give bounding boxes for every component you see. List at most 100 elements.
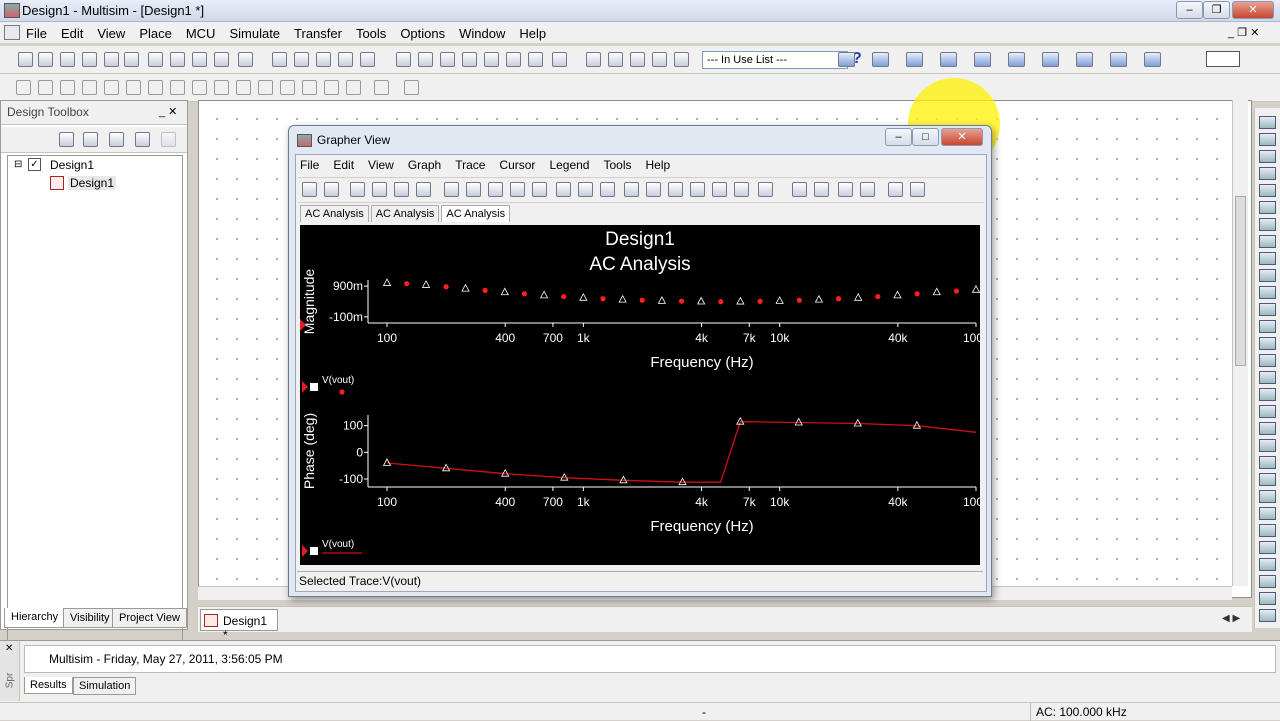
toolbar-button-icon[interactable] [552,52,567,67]
component-icon[interactable] [302,80,317,95]
menu-file[interactable]: File [26,26,47,41]
graph-toolbar-icon[interactable] [974,52,991,67]
collapse-icon[interactable]: ⊟ [14,159,22,170]
component-icon[interactable] [60,80,75,95]
menu-transfer[interactable]: Transfer [294,26,342,41]
grapher-minimize-button[interactable]: – [885,128,912,146]
grapher-tool-icon[interactable] [860,182,875,197]
close-icon[interactable]: ✕ [5,643,13,654]
toolbar-button-icon[interactable] [170,52,185,67]
instrument-icon[interactable] [1259,609,1276,622]
legend-checkbox[interactable] [310,383,318,391]
instrument-icon[interactable] [1259,218,1276,231]
toolbar-button-icon[interactable] [462,52,477,67]
instrument-icon[interactable] [1259,507,1276,520]
component-icon[interactable] [258,80,273,95]
graph-toolbar-icon[interactable] [1008,52,1025,67]
instrument-icon[interactable] [1259,184,1276,197]
menu-place[interactable]: Place [139,26,172,41]
grapher-menu-tools[interactable]: Tools [603,158,631,172]
toolbar-button-icon[interactable] [316,52,331,67]
instrument-icon[interactable] [1259,303,1276,316]
instrument-icon[interactable] [1259,575,1276,588]
component-icon[interactable] [16,80,31,95]
scroll-thumb[interactable] [1235,196,1246,366]
component-icon[interactable] [236,80,251,95]
toolbar-button-icon[interactable] [608,52,623,67]
grapher-tool-icon[interactable] [814,182,829,197]
instrument-icon[interactable] [1259,456,1276,469]
toolbar-button-icon[interactable] [360,52,375,67]
new-sheet-icon[interactable] [135,132,150,147]
instrument-icon[interactable] [1259,337,1276,350]
in-use-list-combo[interactable]: --- In Use List ---▼ [702,51,848,69]
toolbar-button-icon[interactable] [674,52,689,67]
instrument-icon[interactable] [1259,150,1276,163]
grapher-tool-icon[interactable] [646,182,661,197]
grapher-maximize-button[interactable]: □ [912,128,939,146]
grapher-tool-icon[interactable] [324,182,339,197]
grapher-menu-file[interactable]: File [300,158,319,172]
component-icon[interactable] [192,80,207,95]
grapher-tool-icon[interactable] [532,182,547,197]
graph-toolbar-icon[interactable] [1110,52,1127,67]
grapher-tool-icon[interactable] [838,182,853,197]
grapher-tool-icon[interactable] [668,182,683,197]
instrument-icon[interactable] [1259,286,1276,299]
menu-view[interactable]: View [97,26,125,41]
grapher-tool-icon[interactable] [510,182,525,197]
mdi-controls[interactable]: _ ❐ ✕ [1228,26,1259,39]
component-icon[interactable] [148,80,163,95]
grapher-tool-icon[interactable] [734,182,749,197]
grapher-tool-icon[interactable] [372,182,387,197]
grapher-tool-icon[interactable] [394,182,409,197]
toolbar-button-icon[interactable] [338,52,353,67]
grapher-tool-icon[interactable] [350,182,365,197]
instrument-icon[interactable] [1259,269,1276,282]
toolbar-button-icon[interactable] [214,52,229,67]
menu-tools[interactable]: Tools [356,26,386,41]
open-icon[interactable] [83,132,98,147]
component-icon[interactable] [82,80,97,95]
graph-toolbar-icon[interactable] [838,52,855,67]
toolbar-button-icon[interactable] [396,52,411,67]
tree-child[interactable]: Design1 [68,176,117,190]
menu-simulate[interactable]: Simulate [229,26,280,41]
instrument-icon[interactable] [1259,201,1276,214]
menu-options[interactable]: Options [400,26,445,41]
toolbox-close-icon[interactable]: _ ✕ [159,105,177,118]
grapher-menu-edit[interactable]: Edit [333,158,354,172]
toolbar-button-icon[interactable] [104,52,119,67]
graph-toolbar-icon[interactable] [1144,52,1161,67]
close-button[interactable]: ✕ [1232,1,1274,19]
save-icon[interactable] [109,132,124,147]
component-icon[interactable] [104,80,119,95]
toolbar-button-icon[interactable] [60,52,75,67]
toolbar-button-icon[interactable] [528,52,543,67]
instrument-icon[interactable] [1259,524,1276,537]
graph-toolbar-icon[interactable] [872,52,889,67]
toolbar-button-icon[interactable] [440,52,455,67]
toolbar-button-icon[interactable] [238,52,253,67]
checkbox-icon[interactable]: ✓ [28,158,41,171]
menu-help[interactable]: Help [519,26,546,41]
grapher-tool-icon[interactable] [600,182,615,197]
instrument-icon[interactable] [1259,252,1276,265]
toolbar-button-icon[interactable] [294,52,309,67]
grapher-tool-icon[interactable] [444,182,459,197]
delete-icon[interactable] [161,132,176,147]
graph-toolbar-icon[interactable] [940,52,957,67]
component-icon[interactable] [280,80,295,95]
grapher-tool-icon[interactable] [910,182,925,197]
component-icon[interactable] [170,80,185,95]
component-icon[interactable] [126,80,141,95]
legend-checkbox[interactable] [310,547,318,555]
instrument-icon[interactable] [1259,439,1276,452]
grapher-tool-icon[interactable] [556,182,571,197]
component-icon[interactable] [346,80,361,95]
graph-toolbar-icon[interactable] [1042,52,1059,67]
tab-ac-analysis-1[interactable]: AC Analysis [300,205,369,222]
toolbar-button-icon[interactable] [124,52,139,67]
toolbar-button-icon[interactable] [630,52,645,67]
toolbar-button-icon[interactable] [18,52,33,67]
